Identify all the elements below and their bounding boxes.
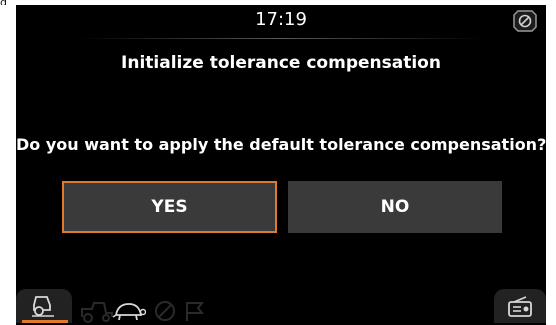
- machine-icon: [32, 296, 54, 317]
- circle-icon: [155, 301, 175, 321]
- settings-badge-icon[interactable]: [512, 8, 538, 34]
- corner-glyph: g: [0, 0, 14, 5]
- yes-button-label: YES: [151, 197, 188, 217]
- yes-button[interactable]: YES: [62, 181, 277, 233]
- no-button-label: NO: [380, 197, 410, 217]
- dialog-title: Initialize tolerance compensation: [121, 53, 441, 73]
- no-button[interactable]: NO: [288, 181, 502, 233]
- clock: 17:19: [255, 9, 307, 30]
- turtle-icon[interactable]: [110, 299, 146, 323]
- bottom-bar: [16, 289, 546, 325]
- active-tab-indicator: [22, 320, 68, 323]
- device-screen: 17:19 Initialize tolerance compensation …: [16, 5, 546, 325]
- radio-icon: [508, 296, 532, 317]
- radio-tab[interactable]: [494, 289, 546, 323]
- flag-icon: [186, 302, 205, 321]
- header-divider: [78, 38, 486, 39]
- machine-tab[interactable]: [16, 289, 72, 323]
- dialog-question: Do you want to apply the default toleran…: [16, 135, 546, 154]
